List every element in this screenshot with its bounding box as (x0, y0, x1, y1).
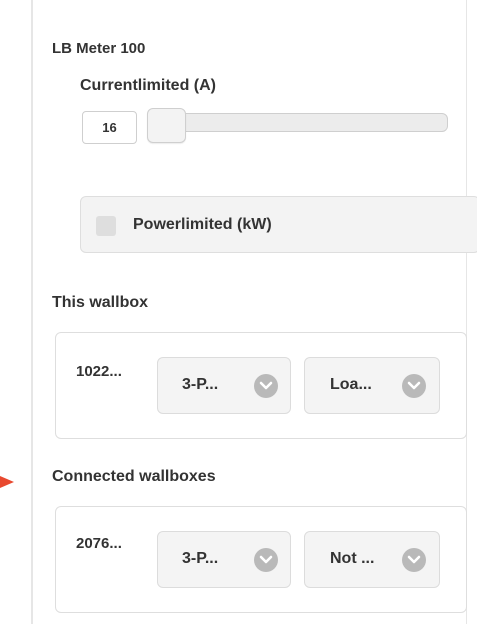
power-limit-label: Powerlimited (kW) (133, 216, 272, 233)
meter-title: LB Meter 100 (52, 40, 146, 57)
this-wallbox-mode-value: Loa... (330, 376, 372, 393)
this-wallbox-mode-select[interactable]: Loa... (304, 357, 440, 414)
connected-wallbox-id: 2076... (76, 535, 122, 552)
connected-wallbox-phase-select[interactable]: 3-P... (157, 531, 291, 588)
current-limit-slider[interactable] (147, 113, 448, 132)
panel-left-border (31, 0, 33, 624)
chevron-down-icon (254, 548, 278, 572)
this-wallbox-title: This wallbox (52, 294, 149, 311)
current-limit-label: Currentlimited (A) (80, 77, 216, 94)
this-wallbox-phase-value: 3-P... (182, 376, 219, 393)
this-wallbox-phase-select[interactable]: 3-P... (157, 357, 291, 414)
power-limit-checkbox[interactable] (96, 216, 116, 236)
chevron-down-icon (254, 374, 278, 398)
connected-wallbox-mode-value: Not ... (330, 550, 375, 567)
connected-wallbox-mode-select[interactable]: Not ... (304, 531, 440, 588)
chevron-down-icon (402, 548, 426, 572)
current-limit-slider-handle[interactable] (147, 108, 186, 143)
connected-wallboxes-title: Connected wallboxes (52, 468, 216, 485)
pointer-arrow-icon (0, 476, 14, 488)
chevron-down-icon (402, 374, 426, 398)
connected-wallbox-phase-value: 3-P... (182, 550, 219, 567)
this-wallbox-id: 1022... (76, 363, 122, 380)
current-limit-input[interactable]: 16 (82, 111, 137, 144)
